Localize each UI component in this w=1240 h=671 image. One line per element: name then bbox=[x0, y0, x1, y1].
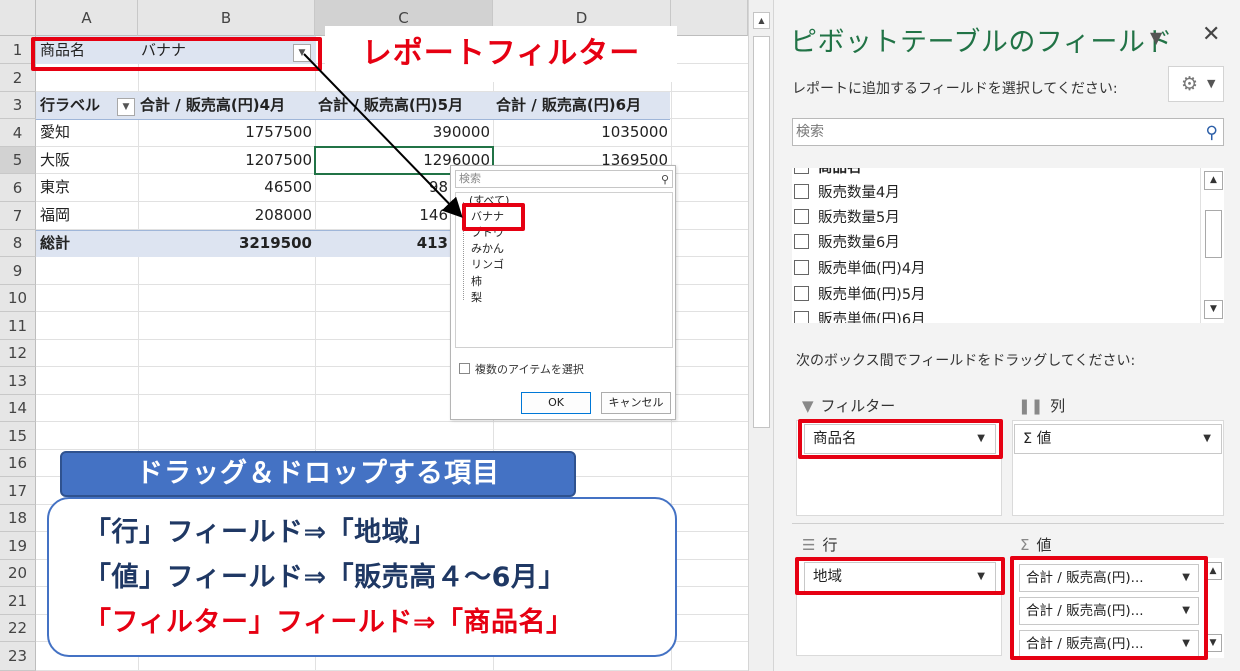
values-area-label: Σ値 bbox=[1020, 536, 1052, 554]
field-item[interactable]: 販売単価(円)5月 bbox=[794, 283, 926, 307]
field-item[interactable]: 販売数量6月 bbox=[794, 231, 900, 255]
columns-icon: ❚❚ bbox=[1018, 397, 1044, 415]
close-icon[interactable]: ✕ bbox=[1202, 22, 1220, 47]
checkbox-icon[interactable] bbox=[794, 234, 809, 249]
chevron-down-icon: ▼ bbox=[1207, 77, 1216, 90]
checkbox-icon[interactable] bbox=[794, 168, 809, 174]
pane-title: ピボットテーブルのフィールド bbox=[790, 27, 1173, 58]
checkbox-icon[interactable] bbox=[794, 260, 809, 275]
field-item[interactable]: 販売単価(円)4月 bbox=[794, 257, 926, 281]
columns-area-label: ❚❚ 列 bbox=[1018, 397, 1066, 415]
rows-area-highlight bbox=[795, 557, 1005, 595]
scroll-thumb[interactable] bbox=[753, 36, 770, 428]
callout-title: ドラッグ＆ドロップする項目 bbox=[60, 451, 576, 497]
callout-line-rows: 「行」フィールド⇒「地域」 bbox=[84, 517, 437, 548]
field-item[interactable]: 販売数量5月 bbox=[794, 206, 900, 230]
field-item[interactable]: 販売単価(円)6月 bbox=[794, 308, 926, 323]
spreadsheet[interactable]: A B C D 1 2 3 4 5 6 7 8 9 10 11 12 13 14 15 16 17 18 19 20 2… bbox=[0, 0, 748, 671]
filter-icon: ▼ bbox=[802, 397, 814, 415]
sigma-icon: Σ bbox=[1020, 536, 1030, 554]
checkbox-icon[interactable] bbox=[794, 286, 809, 301]
checkbox-icon[interactable] bbox=[794, 184, 809, 199]
checkbox-icon[interactable] bbox=[794, 209, 809, 224]
scroll-down-icon[interactable]: ▼ bbox=[1204, 300, 1223, 319]
field-list[interactable]: 商品名 販売数量4月 販売数量5月 販売数量6月 販売単価(円)4月 販売単価(… bbox=[792, 168, 1224, 323]
chevron-down-icon[interactable]: ▼ bbox=[1150, 28, 1162, 47]
callout-line-filter: 「フィルター」フィールド⇒「商品名」 bbox=[84, 607, 574, 638]
scroll-up-icon[interactable]: ▲ bbox=[1204, 171, 1223, 190]
drag-instruction: 次のボックス間でフィールドをドラッグしてください: bbox=[796, 353, 1136, 369]
column-field-pill[interactable]: Σ 値 ▼ bbox=[1014, 424, 1222, 454]
field-item[interactable]: 販売数量4月 bbox=[794, 181, 900, 205]
gear-icon: ⚙ bbox=[1181, 73, 1199, 95]
rows-icon: ☰ bbox=[802, 536, 816, 554]
callout-line-values: 「値」フィールド⇒「販売高４～6月」 bbox=[84, 562, 566, 593]
checkbox-icon[interactable] bbox=[794, 311, 809, 323]
filter-area-label: ▼ フィルター bbox=[802, 397, 896, 415]
field-list-scrollbar[interactable]: ▲ ▼ bbox=[1200, 168, 1224, 323]
pane-instruction: レポートに追加するフィールドを選択してください: bbox=[792, 81, 1118, 97]
field-search-placeholder: 検索 bbox=[796, 124, 824, 140]
scroll-thumb[interactable] bbox=[1205, 210, 1222, 258]
area-divider bbox=[792, 523, 1224, 524]
scroll-up-icon[interactable]: ▲ bbox=[753, 12, 770, 29]
filter-area-highlight bbox=[798, 419, 1003, 459]
rows-area-label: ☰ 行 bbox=[802, 536, 838, 554]
field-search-input[interactable]: 検索 ⚲ bbox=[792, 118, 1224, 146]
search-icon[interactable]: ⚲ bbox=[1206, 120, 1218, 146]
tools-button[interactable]: ⚙ ▼ bbox=[1168, 66, 1224, 102]
values-area-highlight bbox=[1010, 556, 1208, 660]
sheet-vertical-scrollbar[interactable]: ▲ bbox=[748, 0, 774, 671]
chevron-down-icon[interactable]: ▼ bbox=[1203, 425, 1211, 453]
field-item[interactable]: 商品名 bbox=[794, 168, 862, 180]
